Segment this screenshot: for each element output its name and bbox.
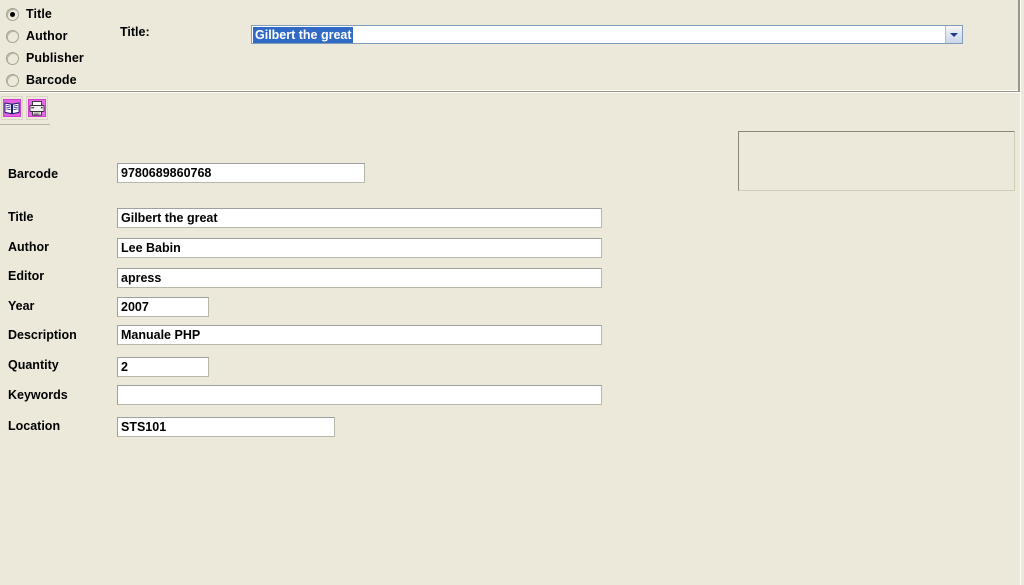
radio-dot-icon [6, 51, 19, 65]
radio-label-barcode: Barcode [26, 72, 77, 87]
search-combobox-text: Gilbert the great [253, 26, 353, 43]
search-panel: Title Author Publisher Barcode Title: Gi… [0, 0, 1020, 91]
radio-dot-icon [6, 7, 19, 21]
field-label-author: Author [8, 240, 49, 254]
field-label-keywords: Keywords [8, 388, 68, 402]
window-right-edge [1020, 0, 1024, 585]
application-window: Title Author Publisher Barcode Title: Gi… [0, 0, 1024, 585]
search-combobox[interactable]: Gilbert the great [251, 25, 963, 44]
field-input-editor[interactable] [117, 268, 602, 288]
radio-option-barcode[interactable]: Barcode [6, 69, 116, 91]
printer-icon [28, 99, 46, 117]
field-label-title: Title [8, 210, 34, 224]
radio-label-title: Title [26, 6, 52, 21]
field-input-location[interactable] [117, 417, 335, 437]
radio-dot-icon [6, 29, 19, 43]
search-field-label: Title: [120, 25, 150, 39]
radio-option-author[interactable]: Author [6, 25, 116, 47]
cover-image-placeholder[interactable] [738, 131, 1015, 191]
field-label-description: Description [8, 328, 77, 342]
search-mode-radio-group: Title Author Publisher Barcode [6, 3, 116, 91]
panel-separator [0, 91, 1020, 93]
field-input-description[interactable] [117, 325, 602, 345]
field-label-quantity: Quantity [8, 358, 59, 372]
field-input-quantity[interactable] [117, 357, 209, 377]
field-input-year[interactable] [117, 297, 209, 317]
toolbar-underline [0, 124, 50, 125]
radio-option-publisher[interactable]: Publisher [6, 47, 116, 69]
toolbar-button-print[interactable] [26, 96, 48, 120]
radio-option-title[interactable]: Title [6, 3, 116, 25]
field-label-barcode: Barcode [8, 167, 59, 181]
field-input-title[interactable] [117, 208, 602, 228]
field-input-author[interactable] [117, 238, 602, 258]
radio-label-author: Author [26, 28, 68, 43]
field-label-editor: Editor [8, 269, 45, 283]
radio-dot-icon [6, 73, 19, 87]
toolbar-button-books[interactable] [1, 96, 23, 120]
field-label-year: Year [8, 299, 35, 313]
field-input-barcode[interactable] [117, 163, 365, 183]
book-icon [3, 99, 21, 117]
field-input-keywords[interactable] [117, 385, 602, 405]
radio-label-publisher: Publisher [26, 50, 84, 65]
chevron-down-icon[interactable] [944, 26, 962, 43]
search-combobox-value[interactable]: Gilbert the great [252, 26, 944, 43]
field-label-location: Location [8, 419, 61, 433]
toolbar [0, 96, 51, 124]
